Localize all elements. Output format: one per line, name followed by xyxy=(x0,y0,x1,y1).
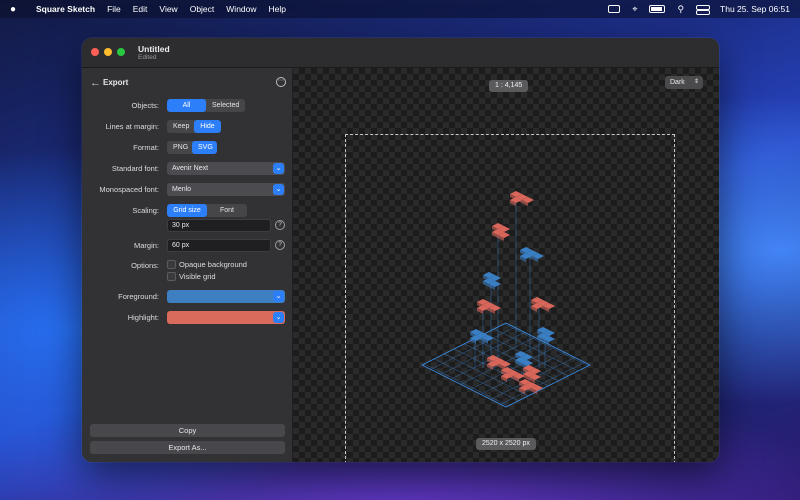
menubar-status-area: ⌖ ⚲ Thu 25. Sep 06:51 xyxy=(608,4,790,15)
menu-window[interactable]: Window xyxy=(226,4,256,14)
lines-keep-option[interactable]: Keep xyxy=(167,120,194,133)
lines-at-margin-segmented-control: Keep Hide xyxy=(167,120,221,133)
display-icon[interactable] xyxy=(608,5,621,13)
title-bar: Untitled Edited xyxy=(82,38,719,68)
export-sidebar: ← Export ⋯ Objects: All Selected Lines a… xyxy=(82,68,293,462)
zoom-window-button[interactable] xyxy=(117,48,125,56)
format-segmented-control: PNG SVG xyxy=(167,141,217,154)
visible-grid-label: Visible grid xyxy=(179,272,216,281)
scaling-font-size-option[interactable]: Font size xyxy=(207,204,247,217)
scaling-row: Scaling: Grid size Font size xyxy=(82,204,293,218)
chevron-down-icon: ⌄ xyxy=(273,291,284,302)
highlight-label: Highlight: xyxy=(127,313,159,322)
apple-icon[interactable]: ● xyxy=(10,4,24,15)
menu-app-name[interactable]: Square Sketch xyxy=(36,4,95,14)
standard-font-label: Standard font: xyxy=(111,164,159,173)
help-icon[interactable]: ? xyxy=(275,240,285,250)
objects-segmented-control: All Selected xyxy=(167,99,245,112)
chevron-down-icon: ⌄ xyxy=(273,312,284,323)
isometric-artwork xyxy=(421,191,591,408)
help-icon[interactable]: ? xyxy=(275,220,285,230)
standard-font-dropdown[interactable]: Avenir Next ⌄ xyxy=(167,162,285,175)
scaling-value-field[interactable]: 30 px xyxy=(167,219,271,232)
scaling-label: Scaling: xyxy=(132,206,159,215)
monospaced-font-dropdown[interactable]: Menlo ⌄ xyxy=(167,183,285,196)
minimize-window-button[interactable] xyxy=(104,48,112,56)
back-arrow-icon[interactable]: ← xyxy=(90,77,101,89)
menu-help[interactable]: Help xyxy=(269,4,286,14)
sidebar-header: ← Export ⋯ xyxy=(90,77,286,91)
menubar-clock[interactable]: Thu 25. Sep 06:51 xyxy=(720,4,790,14)
lines-at-margin-row: Lines at margin: Keep Hide xyxy=(82,120,293,134)
monospaced-font-row: Monospaced font: Menlo ⌄ xyxy=(82,183,293,197)
control-center-icon[interactable] xyxy=(696,5,711,15)
more-options-icon[interactable]: ⋯ xyxy=(276,77,286,87)
format-svg-option[interactable]: SVG xyxy=(192,141,217,154)
highlight-color-picker[interactable]: ⌄ xyxy=(167,311,285,324)
scaling-value-row: 30 px ? xyxy=(82,219,293,233)
monospaced-font-label: Monospaced font: xyxy=(99,185,159,194)
margin-row: Margin: 60 px ? xyxy=(82,239,293,253)
scale-badge: 1 : 4,145 xyxy=(489,80,529,92)
objects-row: Objects: All Selected xyxy=(82,99,293,113)
theme-value: Dark xyxy=(670,79,685,86)
format-label: Format: xyxy=(133,143,159,152)
export-as-button[interactable]: Export As... xyxy=(90,441,285,454)
export-preview-canvas[interactable]: 1 : 4,145 Dark ⇕ 2520 x 2520 px xyxy=(293,68,719,462)
monospaced-font-value: Menlo xyxy=(172,186,192,193)
chevron-down-icon: ⌄ xyxy=(273,184,284,195)
menu-file[interactable]: File xyxy=(107,4,121,14)
foreground-row: Foreground: ⌄ xyxy=(82,290,293,304)
menu-edit[interactable]: Edit xyxy=(133,4,148,14)
chevron-down-icon: ⌄ xyxy=(273,163,284,174)
highlight-row: Highlight: ⌄ xyxy=(82,311,293,325)
search-icon[interactable]: ⚲ xyxy=(677,4,684,15)
visible-grid-row: Visible grid xyxy=(82,271,293,285)
wifi-icon[interactable]: ⌖ xyxy=(632,4,637,15)
close-window-button[interactable] xyxy=(91,48,99,56)
menu-object[interactable]: Object xyxy=(190,4,215,14)
theme-dropdown[interactable]: Dark ⇕ xyxy=(665,76,703,89)
objects-all-option[interactable]: All xyxy=(167,99,206,112)
window-subtitle: Edited xyxy=(138,54,157,61)
menu-view[interactable]: View xyxy=(159,4,177,14)
copy-button[interactable]: Copy xyxy=(90,424,285,437)
standard-font-value: Avenir Next xyxy=(172,165,209,172)
format-png-option[interactable]: PNG xyxy=(167,141,192,154)
options-label: Options: xyxy=(131,261,159,270)
opaque-background-checkbox[interactable] xyxy=(167,260,176,269)
window-title: Untitled xyxy=(138,44,170,54)
chevron-updown-icon: ⇕ xyxy=(693,79,699,85)
visible-grid-checkbox[interactable] xyxy=(167,272,176,281)
margin-label: Margin: xyxy=(133,241,159,250)
lines-at-margin-label: Lines at margin: xyxy=(105,122,159,131)
margin-value-field[interactable]: 60 px xyxy=(167,239,271,252)
sidebar-title: Export xyxy=(103,78,129,87)
scaling-segmented-control: Grid size Font size xyxy=(167,204,247,217)
format-row: Format: PNG SVG xyxy=(82,141,293,155)
scaling-grid-size-option[interactable]: Grid size xyxy=(167,204,207,217)
app-window: Untitled Edited ← Export ⋯ Objects: All … xyxy=(82,38,719,462)
battery-icon[interactable] xyxy=(649,5,666,13)
objects-label: Objects: xyxy=(131,101,159,110)
standard-font-row: Standard font: Avenir Next ⌄ xyxy=(82,162,293,176)
menu-bar: ● Square Sketch File Edit View Object Wi… xyxy=(0,0,800,18)
foreground-label: Foreground: xyxy=(118,292,159,301)
foreground-color-picker[interactable]: ⌄ xyxy=(167,290,285,303)
lines-hide-option[interactable]: Hide xyxy=(194,120,221,133)
opaque-background-label: Opaque background xyxy=(179,260,247,269)
objects-selected-option[interactable]: Selected xyxy=(206,99,245,112)
size-badge: 2520 x 2520 px xyxy=(476,438,536,450)
